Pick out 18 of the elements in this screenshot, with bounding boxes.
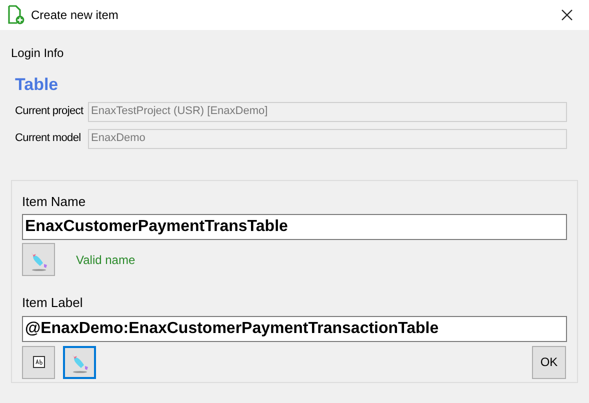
field-label: Item Name bbox=[22, 192, 87, 210]
text-field-icon bbox=[32, 356, 44, 368]
validation-message: Valid name bbox=[76, 252, 136, 268]
text-label-button[interactable] bbox=[22, 346, 55, 378]
generate-label-button[interactable] bbox=[63, 346, 96, 378]
field-label: Current project bbox=[15, 104, 84, 120]
new-file-icon bbox=[7, 5, 25, 25]
field-label: Current model bbox=[15, 131, 82, 146]
heading: Table bbox=[15, 75, 58, 94]
item-name-field[interactable]: EnaxCustomerPaymentTransTable bbox=[22, 214, 567, 240]
close-icon[interactable] bbox=[561, 9, 573, 21]
ok-button[interactable]: OK bbox=[532, 346, 566, 378]
readonly-field[interactable]: EnaxDemo bbox=[88, 128, 567, 148]
item-label-field[interactable]: @EnaxDemo:EnaxCustomerPaymentTransactionTable bbox=[22, 316, 567, 342]
window-title: Create new item bbox=[31, 7, 118, 24]
field-label: Item Label bbox=[22, 294, 84, 312]
readonly-field[interactable]: EnaxTestProject (USR) [EnaxDemo] bbox=[88, 102, 567, 122]
section-title: Login Info bbox=[11, 46, 64, 60]
